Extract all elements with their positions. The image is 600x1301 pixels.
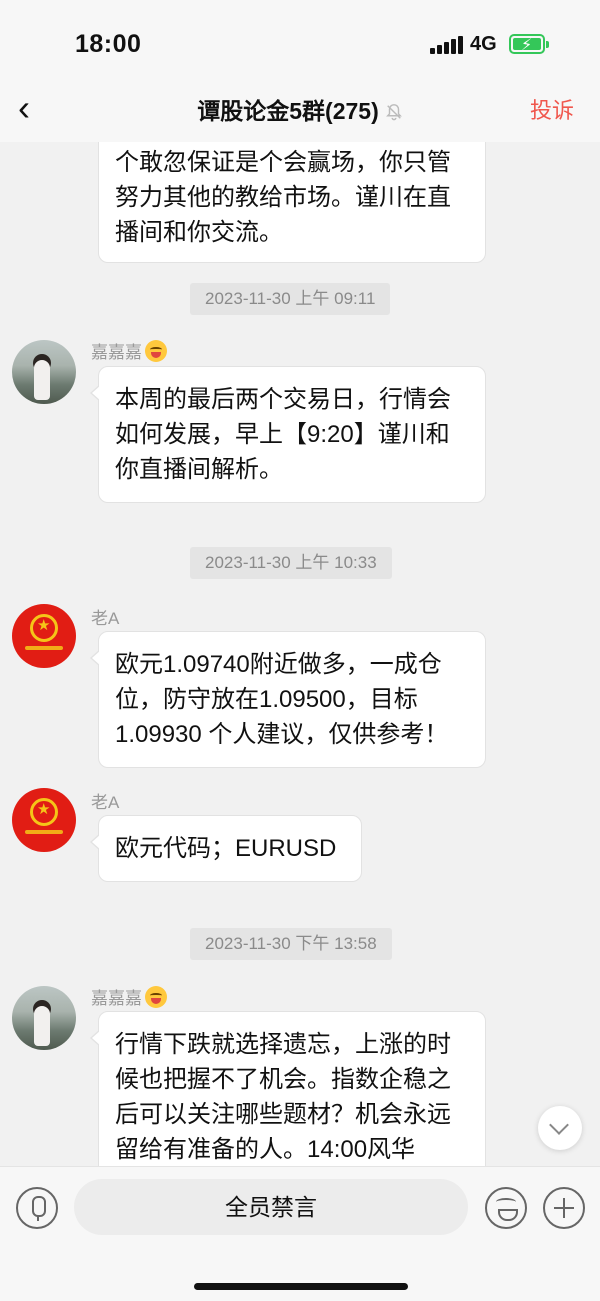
message-line: 努力其他的教给市场。谨川在直 <box>115 184 451 211</box>
battery-charging-icon: ⚡ <box>509 34 549 54</box>
smiley-icon[interactable] <box>485 1187 527 1229</box>
plus-icon[interactable] <box>543 1187 585 1229</box>
report-button[interactable]: 投诉 <box>530 93 574 125</box>
message-line: 留给有准备的人。14:00风华 <box>115 1136 416 1163</box>
message-line: 本周的最后两个交易日，行情会 <box>115 386 451 413</box>
network-label: 4G <box>470 33 497 55</box>
yum-face-emoji <box>145 986 167 1008</box>
chevron-down-icon[interactable] <box>538 1106 582 1150</box>
message-bubble[interactable]: 欧元1.09740附近做多，一成仓 位，防守放在1.09500，目标 1.099… <box>90 631 486 768</box>
message-bubble[interactable]: 个敢忽保证是个会赢场，你只管 努力其他的教给市场。谨川在直 播间和你交流。 <box>98 142 486 263</box>
status-time: 18:00 <box>75 30 142 58</box>
woman-photo-avatar[interactable] <box>12 340 76 404</box>
message-bubble[interactable]: 欧元代码；EURUSD <box>90 815 362 882</box>
message-line: 行情下跌就选择遗忘，上涨的时 <box>115 1031 451 1058</box>
chat-header: ‹ 谭股论金5群(275) 投诉 <box>0 80 600 142</box>
timestamp: 2023-11-30 上午 09:11 <box>190 283 391 315</box>
bell-muted-icon <box>385 104 402 121</box>
message-bubble[interactable]: 行情下跌就选择遗忘，上涨的时 候也把握不了机会。指数企稳之 后可以关注哪些题材？… <box>90 1011 486 1166</box>
yum-face-emoji <box>145 340 167 362</box>
home-indicator[interactable] <box>194 1283 408 1290</box>
group-title: 谭股论金5群(275) <box>197 98 379 124</box>
microphone-icon[interactable] <box>16 1187 58 1229</box>
message-line: 你直播间解析。 <box>115 456 283 483</box>
message-line: 欧元1.09740附近做多，一成仓 <box>115 651 442 678</box>
input-bar: 全员禁言 <box>0 1166 600 1301</box>
message-line: 候也把握不了机会。指数企稳之 <box>115 1066 451 1093</box>
sender-name: 老A <box>91 793 120 812</box>
message-bubble[interactable]: 本周的最后两个交易日，行情会 如何发展，早上【9:20】谨川和 你直播间解析。 <box>90 366 486 503</box>
message-line: 后可以关注哪些题材？机会永远 <box>115 1101 451 1128</box>
national-emblem-avatar[interactable] <box>12 604 76 668</box>
signal-dots-icon <box>430 36 463 54</box>
timestamp: 2023-11-30 上午 10:33 <box>190 547 392 579</box>
national-emblem-avatar[interactable] <box>12 788 76 852</box>
sender-name: 嘉嘉嘉 <box>91 338 167 363</box>
message-line: 如何发展，早上【9:20】谨川和 <box>115 421 450 448</box>
message-line: 播间和你交流。 <box>115 219 283 246</box>
message-line: 欧元代码；EURUSD <box>115 835 337 862</box>
woman-photo-avatar[interactable] <box>12 986 76 1050</box>
message-line: 1.09930 个人建议，仅供参考！ <box>115 721 449 748</box>
message-line: 位，防守放在1.09500，目标 <box>115 686 418 713</box>
page-title: 谭股论金5群(275) <box>0 92 600 126</box>
all-muted-notice: 全员禁言 <box>74 1179 468 1235</box>
sender-name: 老A <box>91 609 120 628</box>
status-bar: 18:00 4G ⚡ <box>0 0 600 88</box>
sender-name: 嘉嘉嘉 <box>91 984 167 1009</box>
timestamp: 2023-11-30 下午 13:58 <box>190 928 392 960</box>
message-line: 个敢忽保证是个会赢场，你只管 <box>115 149 451 176</box>
chat-message-list[interactable]: 个敢忽保证是个会赢场，你只管 努力其他的教给市场。谨川在直 播间和你交流。 20… <box>0 142 600 1166</box>
